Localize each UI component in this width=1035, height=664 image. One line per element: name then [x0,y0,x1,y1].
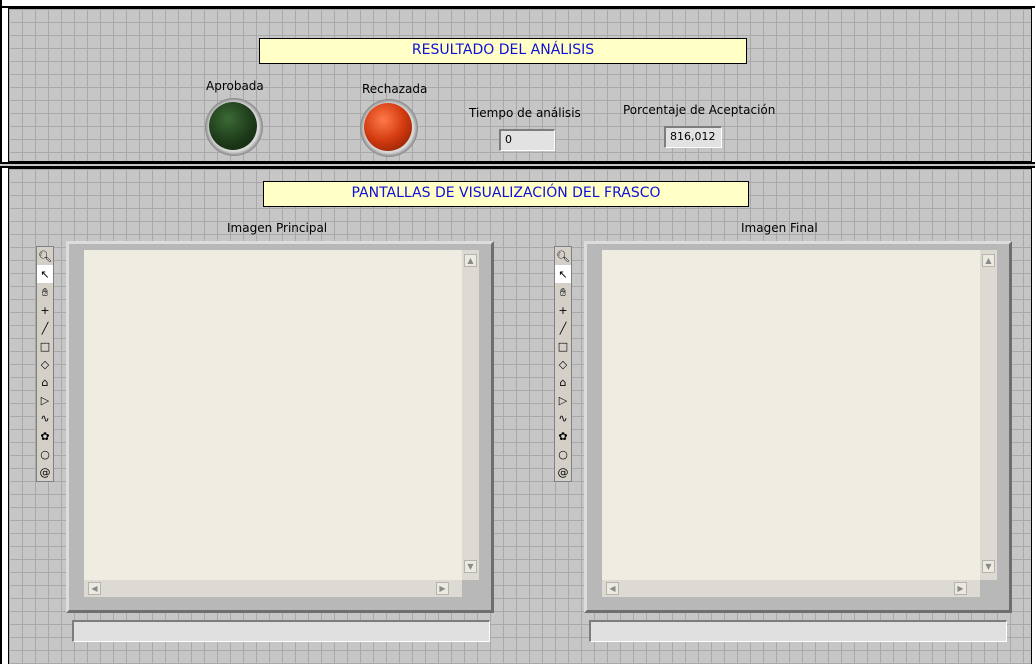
rejected-label: Rechazada [362,82,428,96]
main-image-view[interactable] [84,250,462,580]
scroll-right-icon[interactable]: ▶ [954,582,967,595]
annulus-icon[interactable]: ⌂ [37,373,53,391]
approved-led-light [209,102,257,150]
scroll-down-icon[interactable]: ▼ [464,560,477,573]
polygon-icon[interactable]: ▷ [37,391,53,409]
rotated-rectangle-icon[interactable]: ◇ [37,355,53,373]
oval-icon[interactable]: ○ [555,445,571,463]
main-image-label: Imagen Principal [227,221,328,235]
rectangle-icon[interactable]: □ [555,337,571,355]
freehand-line-icon[interactable]: ∿ [37,409,53,427]
final-image-view[interactable] [602,250,980,580]
freehand-line-icon[interactable]: ∿ [555,409,571,427]
analysis-time-field[interactable]: 0 [499,129,555,151]
rotated-rectangle-icon[interactable]: ◇ [555,355,571,373]
crosshair-point-icon[interactable]: + [555,301,571,319]
approved-led[interactable] [205,98,263,156]
approved-label: Aprobada [206,79,264,93]
final-image-vscroll[interactable]: ▲ ▼ [980,250,997,580]
freehand-region-icon[interactable]: ✿ [555,427,571,445]
spiral-icon[interactable]: @ [37,463,53,481]
main-image-vscroll[interactable]: ▲ ▼ [462,250,479,580]
results-title: RESULTADO DEL ANÁLISIS [259,38,747,64]
final-image-hscroll[interactable]: ◀ ▶ [602,580,980,597]
final-image-status-bar [589,620,1007,642]
final-image-frame: ▲ ▼ ◀ ▶ [584,241,1012,613]
line-icon[interactable]: ╱ [555,319,571,337]
line-icon[interactable]: ╱ [37,319,53,337]
annulus-icon[interactable]: ⌂ [555,373,571,391]
rectangle-icon[interactable]: □ [37,337,53,355]
screens-title: PANTALLAS DE VISUALIZACIÓN DEL FRASCO [263,181,749,207]
main-image-hscroll[interactable]: ◀ ▶ [84,580,462,597]
freehand-region-icon[interactable]: ✿ [37,427,53,445]
main-image-tools: 🔍︎ ↖ ✋︎ + ╱ □ ◇ ⌂ ▷ ∿ ✿ ○ @ [36,246,54,482]
final-image-label: Imagen Final [741,221,818,235]
acceptance-label: Porcentaje de Aceptación [623,103,776,117]
scroll-left-icon[interactable]: ◀ [606,582,619,595]
spiral-icon[interactable]: @ [555,463,571,481]
left-border [0,0,2,664]
final-image-tools: 🔍︎ ↖ ✋︎ + ╱ □ ◇ ⌂ ▷ ∿ ✿ ○ @ [554,246,572,482]
pan-hand-icon[interactable]: ✋︎ [555,283,571,301]
scroll-left-icon[interactable]: ◀ [88,582,101,595]
results-panel: RESULTADO DEL ANÁLISIS Aprobada Rechazad… [8,8,1032,162]
zoom-icon[interactable]: 🔍︎ [555,247,571,265]
rejected-led-light [364,103,412,151]
zoom-icon[interactable]: 🔍︎ [37,247,53,265]
screens-panel: PANTALLAS DE VISUALIZACIÓN DEL FRASCO Im… [8,168,1032,664]
rejected-led[interactable] [360,99,418,157]
pointer-icon[interactable]: ↖ [37,265,53,283]
scroll-up-icon[interactable]: ▲ [982,254,995,267]
oval-icon[interactable]: ○ [37,445,53,463]
main-image-status-bar [72,620,490,642]
scroll-up-icon[interactable]: ▲ [464,254,477,267]
crosshair-point-icon[interactable]: + [37,301,53,319]
analysis-time-label: Tiempo de análisis [469,106,581,120]
scroll-down-icon[interactable]: ▼ [982,560,995,573]
scroll-right-icon[interactable]: ▶ [436,582,449,595]
polygon-icon[interactable]: ▷ [555,391,571,409]
pointer-icon[interactable]: ↖ [555,265,571,283]
main-image-frame: ▲ ▼ ◀ ▶ [66,241,494,613]
pan-hand-icon[interactable]: ✋︎ [37,283,53,301]
acceptance-field[interactable]: 816,012 [664,126,722,148]
